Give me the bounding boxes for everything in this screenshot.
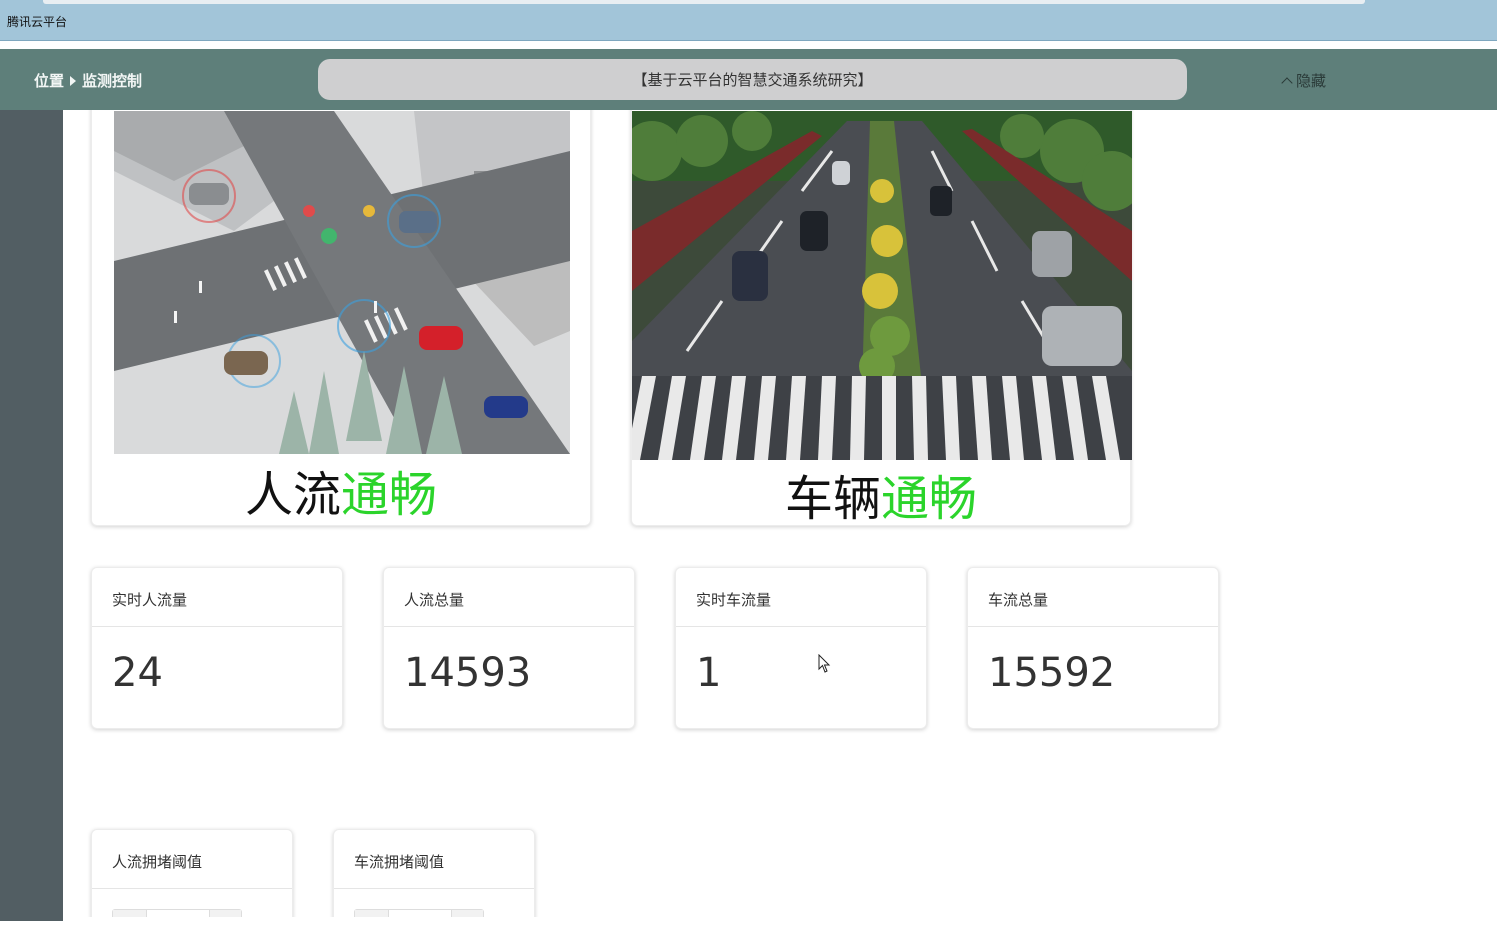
pedestrian-status-subject: 人流	[244, 467, 341, 523]
window-titlebar: 腾讯云平台	[0, 0, 1497, 41]
stat-card-header: 车流总量	[968, 568, 1218, 627]
increment-button[interactable]	[209, 910, 241, 917]
stat-card-value: 1	[696, 650, 722, 696]
pedestrian-threshold-card: 人流拥堵阈值	[91, 829, 293, 917]
titlebar-gap	[0, 41, 1497, 49]
stat-card-value: 24	[112, 650, 163, 696]
chevron-up-icon	[1281, 77, 1293, 89]
pedestrian-status-text: 人流通畅	[92, 455, 590, 525]
window-title: 腾讯云平台	[7, 15, 68, 29]
threshold-input[interactable]	[147, 910, 209, 917]
pedestrian-intersection-image	[114, 111, 570, 454]
increment-button[interactable]	[451, 910, 483, 917]
system-title-banner: 【基于云平台的智慧交通系统研究】	[318, 59, 1187, 100]
pedestrian-status-card: 人流通畅	[91, 110, 591, 526]
breadcrumb: 位置 监测控制	[34, 70, 142, 91]
vehicle-status-text: 车辆通畅	[632, 459, 1130, 529]
mouse-cursor-icon	[818, 653, 832, 678]
pedestrian-status-value: 通畅	[341, 467, 438, 523]
decrement-button[interactable]	[355, 910, 389, 917]
stat-card-value: 15592	[988, 650, 1116, 696]
hide-button[interactable]: 隐藏	[1281, 70, 1327, 91]
decrement-button[interactable]	[113, 910, 147, 917]
pedestrian-threshold-stepper[interactable]	[112, 909, 242, 917]
total-vehicle-card: 车流总量 15592	[967, 567, 1219, 729]
hide-button-label: 隐藏	[1296, 72, 1327, 90]
stat-card-header: 实时车流量	[676, 568, 926, 627]
vehicle-status-subject: 车辆	[784, 471, 881, 527]
realtime-vehicle-card: 实时车流量 1	[675, 567, 927, 729]
caret-right-icon	[70, 75, 77, 86]
vehicle-threshold-stepper[interactable]	[354, 909, 484, 917]
vehicle-threshold-card: 车流拥堵阈值	[333, 829, 535, 917]
realtime-pedestrian-card: 实时人流量 24	[91, 567, 343, 729]
address-bar-edge	[43, 0, 1365, 4]
total-pedestrian-card: 人流总量 14593	[383, 567, 635, 729]
breadcrumb-root[interactable]: 位置	[34, 70, 64, 91]
stat-card-value: 14593	[404, 650, 532, 696]
road-traffic-image	[632, 111, 1132, 460]
vehicle-status-value: 通畅	[881, 471, 978, 527]
main-content: 人流通畅 车辆通畅 实时人流量 24 人流总量 14593 实时车流量 1 车流…	[63, 110, 1497, 917]
top-header: 位置 监测控制 【基于云平台的智慧交通系统研究】 隐藏	[0, 49, 1497, 110]
threshold-input[interactable]	[389, 910, 451, 917]
stat-card-header: 实时人流量	[92, 568, 342, 627]
stat-card-header: 人流总量	[384, 568, 634, 627]
threshold-card-header: 车流拥堵阈值	[334, 830, 534, 889]
breadcrumb-current: 监测控制	[82, 72, 143, 90]
vehicle-status-card: 车辆通畅	[631, 110, 1132, 529]
threshold-card-header: 人流拥堵阈值	[92, 830, 292, 889]
bottom-edge	[0, 921, 1497, 936]
sidebar	[0, 110, 63, 921]
